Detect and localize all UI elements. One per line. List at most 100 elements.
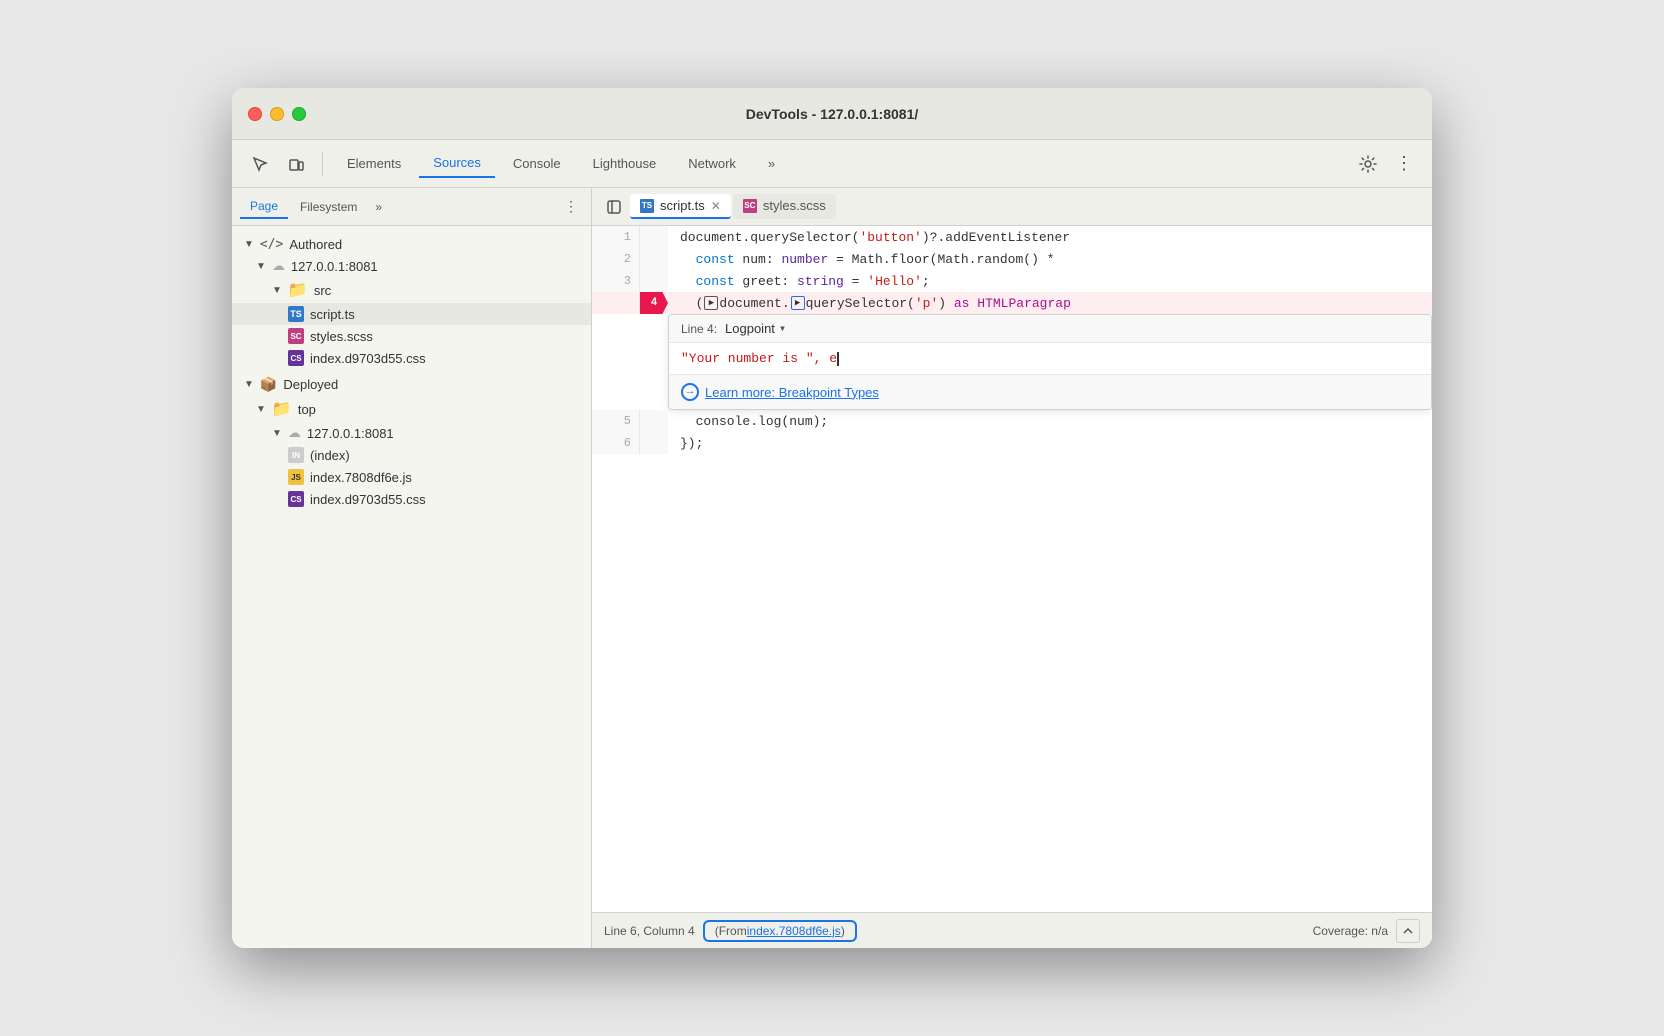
code-text-1b: 'button': [859, 230, 921, 245]
status-bar: Line 6, Column 4 (From index.7808df6e.js…: [592, 912, 1432, 948]
tree-index[interactable]: IN (index): [232, 444, 591, 466]
tree-host-authored-label: 127.0.0.1:8081: [291, 259, 378, 274]
line-num-5[interactable]: 5: [592, 410, 640, 432]
code-text-4c: querySelector(: [806, 296, 915, 311]
logpoint-body[interactable]: "Your number is ", e: [669, 343, 1431, 374]
line-num-4[interactable]: [592, 292, 640, 314]
code-kw-const-2: const: [696, 252, 735, 267]
status-source-prefix: (From: [715, 924, 747, 938]
code-text-6: });: [680, 436, 703, 451]
tree-top-folder[interactable]: ▼ 📁 top: [232, 396, 591, 422]
right-panel: TS script.ts ✕ SC styles.scss 1: [592, 188, 1432, 948]
tree-index-js[interactable]: JS index.7808df6e.js: [232, 466, 591, 488]
logpoint-line-label: Line 4:: [681, 322, 717, 336]
debug-arrow-icon-1: ▶: [704, 296, 718, 310]
code-kw-const-3: const: [696, 274, 735, 289]
code-text-4a: (: [680, 296, 703, 311]
cursor-caret: [837, 352, 839, 366]
tree-src-label: src: [314, 283, 331, 298]
tab-network[interactable]: Network: [674, 150, 750, 177]
tree-deployed[interactable]: ▼ 📦 Deployed: [232, 373, 591, 396]
logpoint-input[interactable]: "Your number is ", e: [681, 351, 837, 366]
close-tab-script-ts[interactable]: ✕: [711, 200, 721, 212]
line-content-3: const greet: string = 'Hello';: [668, 270, 1432, 292]
code-type-number: number: [781, 252, 828, 267]
tree-authored[interactable]: ▼ </> Authored: [232, 234, 591, 255]
tree-index-css-authored-label: index.d9703d55.css: [310, 351, 426, 366]
code-text-3d: ;: [922, 274, 930, 289]
folder-icon: 📁: [288, 280, 308, 300]
tab-lighthouse[interactable]: Lighthouse: [579, 150, 671, 177]
code-text-1a: document.querySelector(: [680, 230, 859, 245]
tree-top-label: top: [298, 402, 316, 417]
learn-more-link[interactable]: Learn more: Breakpoint Types: [705, 385, 879, 400]
arrow-right-icon: →: [687, 386, 694, 398]
no-marker-6: [640, 432, 668, 454]
close-button[interactable]: [248, 107, 262, 121]
code-line-3: 3 const greet: string = 'Hello';: [592, 270, 1432, 292]
code-line-1: 1 document.querySelector('button')?.addE…: [592, 226, 1432, 248]
tree-src-folder[interactable]: ▼ 📁 src: [232, 277, 591, 303]
tree-host-deployed[interactable]: ▼ ☁ 127.0.0.1:8081: [232, 422, 591, 444]
logpoint-type-dropdown[interactable]: Logpoint ▾: [725, 321, 786, 336]
code-type-html: HTMLParagrap: [969, 296, 1070, 311]
tree-script-ts-label: script.ts: [310, 307, 355, 322]
code-kw-as: as: [954, 296, 970, 311]
tab-sources[interactable]: Sources: [419, 149, 495, 178]
panel-tabs: Page Filesystem » ⋮: [232, 188, 591, 226]
code-text-2a: [680, 252, 696, 267]
panel-more-action[interactable]: ⋮: [559, 195, 583, 219]
tab-elements[interactable]: Elements: [333, 150, 415, 177]
code-lines[interactable]: 1 document.querySelector('button')?.addE…: [592, 226, 1432, 912]
breakpoint-marker-4[interactable]: 4: [640, 292, 668, 314]
tree-index-css-authored[interactable]: CS index.d9703d55.css: [232, 347, 591, 369]
toolbar-separator: [322, 152, 323, 176]
tree-deployed-label: Deployed: [283, 377, 338, 392]
tree-index-css-deployed[interactable]: CS index.d9703d55.css: [232, 488, 591, 510]
box-icon: 📦: [260, 376, 277, 393]
js-file-icon: JS: [288, 469, 304, 485]
status-coverage: Coverage: n/a: [1313, 924, 1388, 938]
code-line-4: 4 (▶document.▶querySelector('p') as HTML…: [592, 292, 1432, 314]
tree-host-deployed-label: 127.0.0.1:8081: [307, 426, 394, 441]
sidebar-toggle-button[interactable]: [600, 193, 628, 221]
chevron-down-icon: ▾: [779, 321, 786, 336]
line-num-1[interactable]: 1: [592, 226, 640, 248]
line-num-6[interactable]: 6: [592, 432, 640, 454]
tab-more[interactable]: »: [754, 150, 789, 177]
minimize-button[interactable]: [270, 107, 284, 121]
tab-filesystem[interactable]: Filesystem: [290, 196, 367, 218]
line-num-2[interactable]: 2: [592, 248, 640, 270]
more-options-button[interactable]: ⋮: [1388, 148, 1420, 180]
code-text-4b: document.: [719, 296, 789, 311]
css-file-icon-2: CS: [288, 491, 304, 507]
maximize-button[interactable]: [292, 107, 306, 121]
tree-styles-scss[interactable]: SC styles.scss: [232, 325, 591, 347]
code-text-3b: greet:: [735, 274, 797, 289]
code-line-5: 5 console.log(num);: [592, 410, 1432, 432]
line-num-3[interactable]: 3: [592, 270, 640, 292]
inspect-element-button[interactable]: [244, 148, 276, 180]
settings-button[interactable]: [1352, 148, 1384, 180]
editor-tab-styles-scss[interactable]: SC styles.scss: [733, 194, 836, 219]
scss-file-icon: SC: [288, 328, 304, 344]
arrow-down-icon-4: ▼: [244, 379, 254, 390]
status-icon-button[interactable]: [1396, 919, 1420, 943]
code-text-5: console.log(num);: [680, 414, 828, 429]
tab-more-panel[interactable]: »: [369, 196, 388, 218]
tree-script-ts[interactable]: TS script.ts: [232, 303, 591, 325]
status-source-link[interactable]: index.7808df6e.js: [747, 924, 841, 938]
editor-tab-script-ts[interactable]: TS script.ts ✕: [630, 194, 731, 219]
main-content: Page Filesystem » ⋮ ▼ </> Authored ▼ ☁ 1…: [232, 188, 1432, 948]
logpoint-type-label: Logpoint: [725, 321, 775, 336]
arrow-down-icon-6: ▼: [272, 428, 282, 439]
tab-console[interactable]: Console: [499, 150, 575, 177]
device-toggle-button[interactable]: [280, 148, 312, 180]
tree-host-authored[interactable]: ▼ ☁ 127.0.0.1:8081: [232, 255, 591, 277]
no-marker-1: [640, 226, 668, 248]
tab-page[interactable]: Page: [240, 195, 288, 219]
code-str-p: 'p': [915, 296, 938, 311]
code-type-string: string: [797, 274, 844, 289]
arrow-down-icon-3: ▼: [272, 285, 282, 296]
editor-tabs: TS script.ts ✕ SC styles.scss: [592, 188, 1432, 226]
